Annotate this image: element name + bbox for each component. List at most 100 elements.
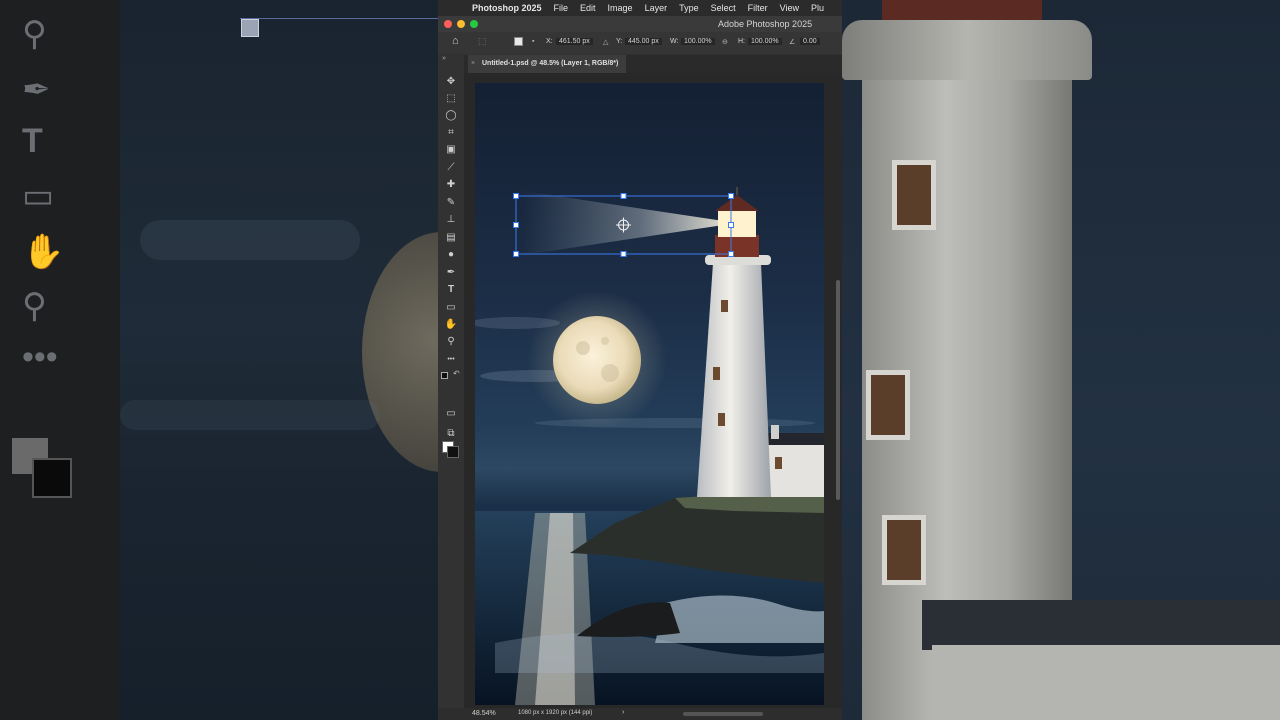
tab-close-icon[interactable]: × (471, 55, 475, 73)
title-bar: Adobe Photoshop 2025 (438, 16, 842, 32)
y-position-field[interactable]: 445.00 px (625, 38, 662, 45)
background-handle (241, 19, 259, 37)
move-icon[interactable]: ✥ (444, 75, 458, 89)
background-left-blur: ⚲ ✒ T ▭ ✋ ⚲ ••• (0, 0, 438, 720)
dodge-icon[interactable]: ● (444, 248, 458, 262)
transform-handle[interactable] (513, 193, 519, 199)
document-tabs: × Untitled-1.psd @ 48.5% (Layer 1, RGB/8… (438, 55, 842, 73)
eyedropper-icon[interactable]: ⟋ (444, 161, 458, 175)
tab-document[interactable]: × Untitled-1.psd @ 48.5% (Layer 1, RGB/8… (468, 55, 627, 73)
transform-mode-icon[interactable]: ⬚ (478, 36, 487, 47)
background-right-blur (842, 0, 1280, 720)
bg-window (882, 515, 926, 585)
transform-handle[interactable] (728, 193, 734, 199)
bg-window (892, 160, 936, 230)
document-canvas[interactable] (475, 83, 824, 705)
moon-crater (601, 337, 609, 345)
lasso-icon[interactable]: ◯ (444, 109, 458, 123)
w-label: W: (670, 38, 679, 45)
transform-handle[interactable] (620, 193, 627, 199)
bg-zoom-icon: ⚲ (22, 15, 47, 53)
object-select-icon[interactable]: ▣ (444, 143, 458, 157)
more-tools-icon[interactable]: ••• (444, 353, 458, 367)
background-toolbar-blur (0, 0, 120, 720)
menu-app-name[interactable]: Photoshop 2025 (472, 3, 542, 13)
default-colors-icon[interactable] (441, 372, 448, 379)
angle-field[interactable]: 0.00 (800, 38, 820, 45)
lantern-roof (715, 195, 759, 211)
vertical-scrollbar[interactable] (836, 280, 840, 500)
lighthouse-tower (697, 263, 771, 497)
gradient-icon[interactable]: ▤ (444, 231, 458, 245)
crop-icon[interactable]: ⌗ (444, 126, 458, 140)
background-color-swatch[interactable] (447, 446, 459, 458)
background-cloud (120, 400, 380, 430)
status-menu-arrow-icon[interactable]: › (622, 709, 624, 716)
reference-point-checkbox[interactable] (514, 37, 523, 46)
swap-colors-icon[interactable]: ↶ (453, 369, 460, 378)
status-bar: 48.54% 1080 px x 1920 px (144 ppi) › (438, 708, 842, 720)
zoom-level[interactable]: 48.54% (472, 710, 496, 717)
minimize-window-button[interactable] (457, 20, 465, 28)
angle-icon: ∠ (789, 39, 796, 46)
bg-zoom-icon: ⚲ (22, 287, 47, 325)
tools-panel: » ✥ ⬚ ◯ ⌗ ▣ ⟋ ✚ ✎ ⊥ ▤ ● ✒ T ▭ ✋ ⚲ ••• ↶ … (438, 55, 464, 720)
hand-icon[interactable]: ✋ (444, 318, 458, 332)
screen-mode-icon[interactable]: ⧉ (444, 427, 458, 441)
h-label: H: (738, 38, 745, 45)
menu-file[interactable]: File (554, 3, 569, 13)
brush-icon[interactable]: ✎ (444, 196, 458, 210)
link-icon[interactable]: ⊖ (722, 38, 728, 46)
transform-handle[interactable] (620, 251, 627, 257)
close-window-button[interactable] (444, 20, 452, 28)
zoom-icon[interactable]: ⚲ (444, 335, 458, 349)
menu-filter[interactable]: Filter (748, 3, 768, 13)
pen-icon[interactable]: ✒ (444, 266, 458, 280)
moon-crater (576, 341, 590, 355)
home-icon[interactable]: ⌂ (452, 35, 459, 47)
bg-type-icon: T (22, 122, 43, 160)
menu-layer[interactable]: Layer (645, 3, 668, 13)
photoshop-window: Photoshop 2025 File Edit Image Layer Typ… (438, 0, 842, 720)
menu-view[interactable]: View (780, 3, 799, 13)
menu-plugins[interactable]: Plu (811, 3, 824, 13)
maximize-window-button[interactable] (470, 20, 478, 28)
x-position-field[interactable]: 461.50 px (556, 38, 593, 45)
menu-type[interactable]: Type (679, 3, 699, 13)
bg-pen-icon: ✒ (22, 71, 51, 109)
clone-stamp-icon[interactable]: ⊥ (444, 213, 458, 227)
menu-edit[interactable]: Edit (580, 3, 596, 13)
house-window (775, 457, 782, 469)
reference-point-icon[interactable]: ▪ (532, 38, 534, 45)
moon (553, 316, 641, 404)
background-moon-blur (362, 232, 438, 472)
x-label: X: (546, 38, 553, 45)
rectangle-icon[interactable]: ▭ (444, 301, 458, 315)
collapse-panel-icon[interactable]: » (442, 55, 446, 62)
quick-mask-icon[interactable]: ▭ (444, 407, 458, 421)
transform-handle[interactable] (728, 222, 734, 228)
bg-window (866, 370, 910, 440)
bg-lantern-top (882, 0, 1042, 22)
type-icon[interactable]: T (444, 283, 458, 297)
horizontal-scrollbar[interactable] (683, 712, 763, 716)
menu-select[interactable]: Select (711, 3, 736, 13)
bg-lighthouse-gallery (842, 20, 1092, 80)
bg-background-swatch (32, 458, 72, 498)
background-selection-line (240, 18, 438, 19)
window-title: Adobe Photoshop 2025 (718, 19, 813, 29)
transform-handle[interactable] (513, 222, 519, 228)
width-field[interactable]: 100.00% (681, 38, 715, 45)
healing-brush-icon[interactable]: ✚ (444, 178, 458, 192)
transform-handle[interactable] (513, 251, 519, 257)
lantern-light (718, 211, 756, 237)
height-field[interactable]: 100.00% (748, 38, 782, 45)
options-bar: ⌂ ⬚ ▪ X: 461.50 px △ Y: 445.00 px W: 100… (438, 32, 842, 54)
menu-image[interactable]: Image (608, 3, 633, 13)
chimney (771, 425, 779, 439)
document-info: 1080 px x 1920 px (144 ppi) (518, 710, 593, 716)
bg-more-icon: ••• (22, 338, 58, 376)
transform-handle[interactable] (728, 251, 734, 257)
delta-icon[interactable]: △ (603, 38, 608, 46)
marquee-icon[interactable]: ⬚ (444, 92, 458, 106)
